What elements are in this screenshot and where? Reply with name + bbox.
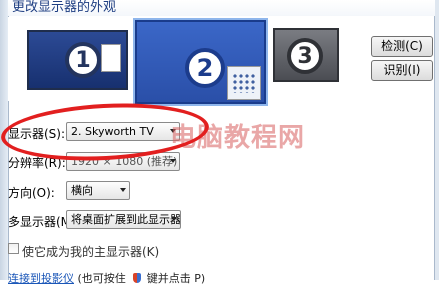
chevron-down-icon [170, 159, 176, 163]
window-icon [101, 44, 121, 72]
monitor-2-thumbnail[interactable]: 2 [135, 20, 266, 104]
monitor-number-badge: 2 [185, 48, 225, 88]
footer: 连接到投影仪 (也可按住 键并点击 P) [8, 270, 205, 286]
main-display-checkbox-label: 使它成为我的主显示器(K) [22, 245, 160, 259]
monitor-3-thumbnail[interactable]: 3 [273, 28, 339, 82]
monitor-number-badge: 3 [287, 38, 323, 74]
orientation-select[interactable]: 横向 [66, 181, 130, 200]
identify-button[interactable]: 识别(I) [371, 60, 433, 81]
chevron-down-icon [171, 217, 177, 221]
grid-dots-icon [232, 73, 256, 93]
footer-hint: (也可按住 [77, 272, 126, 285]
page-title: 更改显示器的外观 [12, 0, 117, 15]
window-frame-right [434, 0, 439, 280]
multiple-displays-select-value: 将桌面扩展到此显示器 [71, 213, 181, 226]
main-display-checkbox[interactable] [8, 243, 19, 254]
window-grid-icon [227, 66, 261, 100]
header: 更改显示器的外观 [8, 0, 435, 16]
connect-projector-link[interactable]: 连接到投影仪 [8, 272, 74, 285]
multiple-displays-select[interactable]: 将桌面扩展到此显示器 [66, 210, 181, 229]
chevron-down-icon [120, 188, 126, 192]
detect-button[interactable]: 检测(C) [371, 36, 433, 57]
orientation-label: 方向(O): [8, 186, 55, 200]
orientation-select-value: 横向 [71, 184, 93, 197]
monitor-1-thumbnail[interactable]: 1 [27, 30, 128, 90]
footer-hint-2: 键并点击 P) [146, 272, 206, 285]
monitor-number-badge: 1 [65, 42, 101, 78]
windows-key-icon [133, 273, 142, 283]
